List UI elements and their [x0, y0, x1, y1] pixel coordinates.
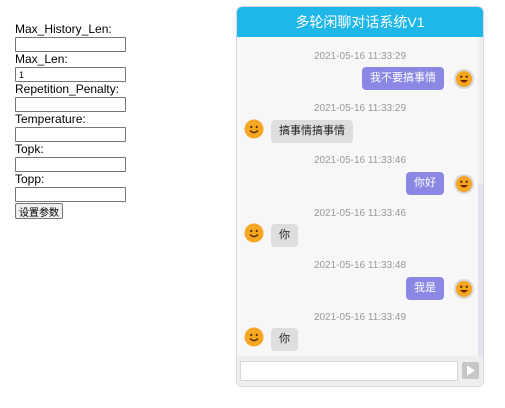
settings-panel: Max_History_Len: Max_Len: Repetition_Pen…: [15, 22, 127, 219]
topk-group: Topk:: [15, 142, 127, 172]
temperature-label: Temperature:: [15, 112, 86, 126]
max-len-input[interactable]: [15, 67, 126, 82]
message-input[interactable]: [240, 361, 458, 381]
send-button[interactable]: [462, 362, 479, 379]
max-history-len-group: Max_History_Len:: [15, 22, 127, 52]
user-avatar: [454, 69, 474, 89]
bot-message-bubble: 你: [271, 328, 298, 351]
topp-input[interactable]: [15, 187, 126, 202]
bot-avatar: [244, 119, 264, 139]
bot-message-bubble: 你: [271, 224, 298, 247]
topp-label: Topp:: [15, 172, 45, 186]
message-list[interactable]: 2021-05-16 11:33:29 我不要搞事情 2021-05-16 11…: [237, 37, 483, 356]
repetition-penalty-input[interactable]: [15, 97, 126, 112]
topk-label: Topk:: [15, 142, 44, 156]
message-timestamp: 2021-05-16 11:33:46: [313, 155, 407, 166]
user-avatar: [454, 174, 474, 194]
temperature-input[interactable]: [15, 127, 126, 142]
max-len-group: Max_Len:: [15, 52, 127, 82]
chat-input-bar: [237, 356, 483, 386]
chat-window: 多轮闲聊对话系统V1 2021-05-16 11:33:29 我不要搞事情 20…: [236, 6, 484, 387]
max-len-label: Max_Len:: [15, 52, 68, 66]
user-message-bubble: 你好: [406, 172, 444, 195]
bot-avatar: [244, 223, 264, 243]
bot-message-bubble: 搞事情搞事情: [271, 120, 353, 143]
message-timestamp: 2021-05-16 11:33:29: [313, 103, 407, 114]
max-history-len-label: Max_History_Len:: [15, 22, 112, 36]
user-avatar: [454, 279, 474, 299]
chat-title: 多轮闲聊对话系统V1: [237, 7, 483, 37]
bot-avatar: [244, 327, 264, 347]
topk-input[interactable]: [15, 157, 126, 172]
message-timestamp: 2021-05-16 11:33:49: [313, 312, 407, 323]
temperature-group: Temperature:: [15, 112, 127, 142]
set-params-button[interactable]: 设置参数: [15, 203, 63, 219]
message-timestamp: 2021-05-16 11:33:48: [313, 260, 407, 271]
user-message-bubble: 我是: [406, 277, 444, 300]
max-history-len-input[interactable]: [15, 37, 126, 52]
repetition-penalty-group: Repetition_Penalty:: [15, 82, 127, 112]
message-timestamp: 2021-05-16 11:33:46: [313, 208, 407, 219]
message-timestamp: 2021-05-16 11:33:29: [313, 51, 407, 62]
send-icon: [467, 365, 475, 376]
user-message-bubble: 我不要搞事情: [362, 67, 444, 90]
topp-group: Topp:: [15, 172, 127, 202]
repetition-penalty-label: Repetition_Penalty:: [15, 82, 120, 96]
